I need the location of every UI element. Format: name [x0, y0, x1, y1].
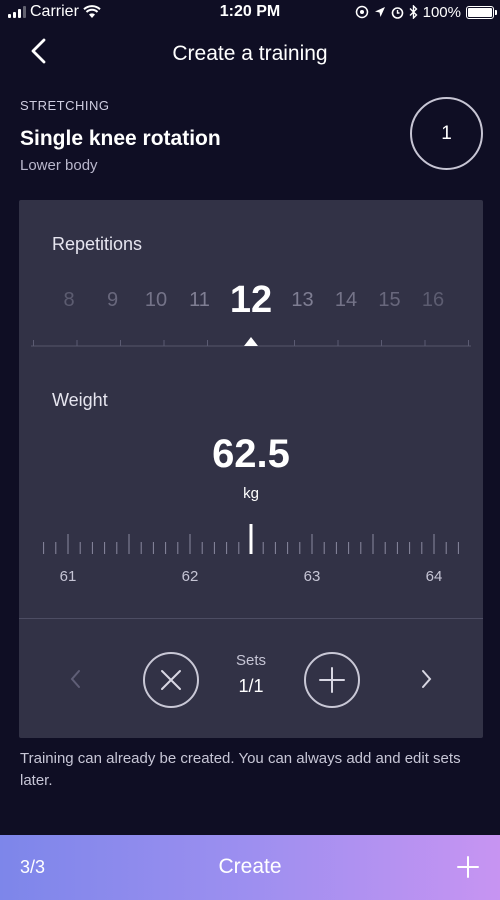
- selection-pointer-icon: [244, 337, 258, 346]
- divider: [19, 618, 483, 619]
- exercise-name: Single knee rotation: [20, 127, 221, 150]
- sets-controls: Sets 1/1: [19, 652, 483, 708]
- page-title: Create a training: [172, 42, 328, 65]
- status-bar-left: Carrier: [8, 3, 101, 21]
- nav-bar: Create a training: [0, 30, 500, 76]
- location-icon: [374, 7, 385, 17]
- wifi-icon: [83, 5, 101, 18]
- exercise-body-part: Lower body: [20, 157, 98, 174]
- add-button[interactable]: [456, 855, 480, 879]
- weight-scale-label: 61: [59, 568, 77, 585]
- hint-text: Training can already be created. You can…: [20, 750, 461, 789]
- next-set-button[interactable]: [414, 664, 438, 694]
- status-bar: Carrier 1:20 PM 100%: [0, 0, 500, 24]
- create-footer[interactable]: 3/3 Create: [0, 835, 500, 900]
- status-time: 1:20 PM: [219, 3, 281, 20]
- repetition-option[interactable]: 15: [378, 280, 400, 320]
- bluetooth-icon: [409, 5, 418, 19]
- selected-repetition[interactable]: 12: [230, 280, 272, 320]
- repetition-option[interactable]: 9: [107, 280, 118, 320]
- carrier-label: Carrier: [30, 3, 79, 20]
- exercise-category: STRETCHING: [20, 98, 110, 113]
- signal-icon: [8, 6, 26, 18]
- repetition-option[interactable]: 14: [335, 280, 357, 320]
- battery-percent: 100%: [422, 3, 461, 21]
- repetition-option[interactable]: 10: [145, 280, 167, 320]
- plus-circle-icon: [319, 667, 345, 693]
- battery-icon: [466, 5, 497, 19]
- status-bar-right: 100%: [355, 3, 497, 21]
- repetitions-label: Repetitions: [52, 234, 143, 254]
- repetition-option[interactable]: 13: [291, 280, 313, 320]
- location-lock-icon: [355, 5, 368, 19]
- weight-scale-label: 64: [425, 568, 443, 585]
- repetition-option[interactable]: 11: [189, 280, 210, 320]
- weight-unit: kg: [243, 485, 259, 502]
- weight-scale-label: 63: [303, 568, 321, 585]
- add-set-button[interactable]: [304, 652, 360, 708]
- alarm-icon: [391, 6, 403, 19]
- plus-icon: [457, 856, 479, 878]
- repetitions-ruler[interactable]: [19, 328, 483, 350]
- repetition-option[interactable]: 8: [63, 280, 74, 320]
- repetitions-picker[interactable]: 8 9 10 11 12 13 14 15 16: [19, 280, 483, 320]
- weight-scale-label: 62: [181, 568, 199, 585]
- training-card: Repetitions 8 9 10 11 12 13 14 15 16 Weight 62.5…: [19, 200, 483, 738]
- repetition-option[interactable]: 16: [422, 280, 444, 320]
- chevron-right-icon: [422, 670, 432, 688]
- weight-value: 62.5: [212, 432, 290, 476]
- set-number-badge: 1: [410, 97, 483, 170]
- weight-ruler[interactable]: [19, 518, 483, 560]
- create-button[interactable]: Create: [0, 855, 500, 879]
- weight-label: Weight: [52, 390, 108, 410]
